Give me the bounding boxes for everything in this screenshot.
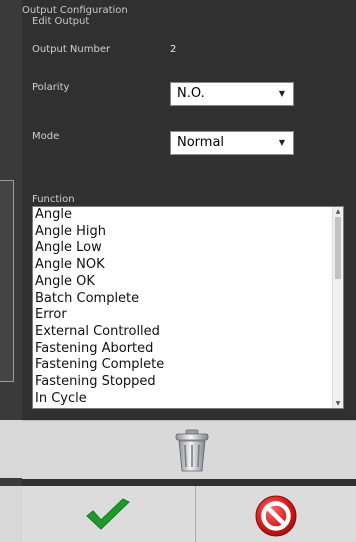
dialog-title: Output Configuration xyxy=(22,5,128,16)
delete-button[interactable] xyxy=(22,420,356,479)
polarity-label: Polarity xyxy=(32,82,70,93)
screen: Output Configuration Edit Output Output … xyxy=(0,0,356,542)
polarity-select[interactable]: N.O. ▼ xyxy=(170,82,294,106)
no-entry-icon xyxy=(255,495,297,537)
function-list-item[interactable]: Angle xyxy=(35,207,343,224)
background-screen xyxy=(0,0,22,542)
output-number-label: Output Number xyxy=(32,44,111,55)
function-list-item[interactable]: Fastening Aborted xyxy=(35,341,343,358)
scroll-thumb[interactable] xyxy=(335,217,341,279)
function-list-item[interactable]: Fastening Stopped xyxy=(35,374,343,391)
output-number-value: 2 xyxy=(170,44,177,55)
function-list-item[interactable]: Angle NOK xyxy=(35,257,343,274)
function-list-item[interactable]: Angle High xyxy=(35,224,343,241)
function-list-item[interactable]: In Cycle xyxy=(35,391,343,408)
cancel-button[interactable] xyxy=(196,486,356,542)
mode-selected-value: Normal xyxy=(177,135,225,150)
function-list: Angle Angle High Angle Low Angle NOK Angle O… xyxy=(33,207,343,407)
confirm-button[interactable] xyxy=(22,486,196,542)
function-listbox[interactable]: Angle Angle High Angle Low Angle NOK Angle O… xyxy=(32,206,344,409)
action-bar xyxy=(22,486,356,542)
function-list-item[interactable]: Angle OK xyxy=(35,274,343,291)
function-list-item[interactable]: Angle Low xyxy=(35,240,343,257)
background-bar xyxy=(0,486,22,542)
scroll-up-icon[interactable]: ▲ xyxy=(333,207,343,216)
function-list-item[interactable]: Fastening Complete xyxy=(35,357,343,374)
dialog-subtitle: Edit Output xyxy=(32,16,90,27)
polarity-selected-value: N.O. xyxy=(177,86,205,101)
checkmark-icon xyxy=(86,498,130,530)
function-label: Function xyxy=(32,194,75,205)
chevron-down-icon: ▼ xyxy=(278,89,285,98)
background-bar xyxy=(0,420,22,478)
mode-label: Mode xyxy=(32,131,60,142)
chevron-down-icon: ▼ xyxy=(278,138,285,147)
function-list-item[interactable]: External Controlled xyxy=(35,324,343,341)
function-scrollbar[interactable]: ▲ ▼ xyxy=(332,207,343,408)
function-list-item[interactable]: Batch Complete xyxy=(35,291,343,308)
trash-icon xyxy=(175,429,209,472)
function-list-item[interactable]: Error xyxy=(35,307,343,324)
mode-select[interactable]: Normal ▼ xyxy=(170,131,294,155)
background-frame xyxy=(0,180,14,382)
output-configuration-dialog: Output Configuration Edit Output Output … xyxy=(22,0,356,542)
scroll-down-icon[interactable]: ▼ xyxy=(333,399,343,408)
